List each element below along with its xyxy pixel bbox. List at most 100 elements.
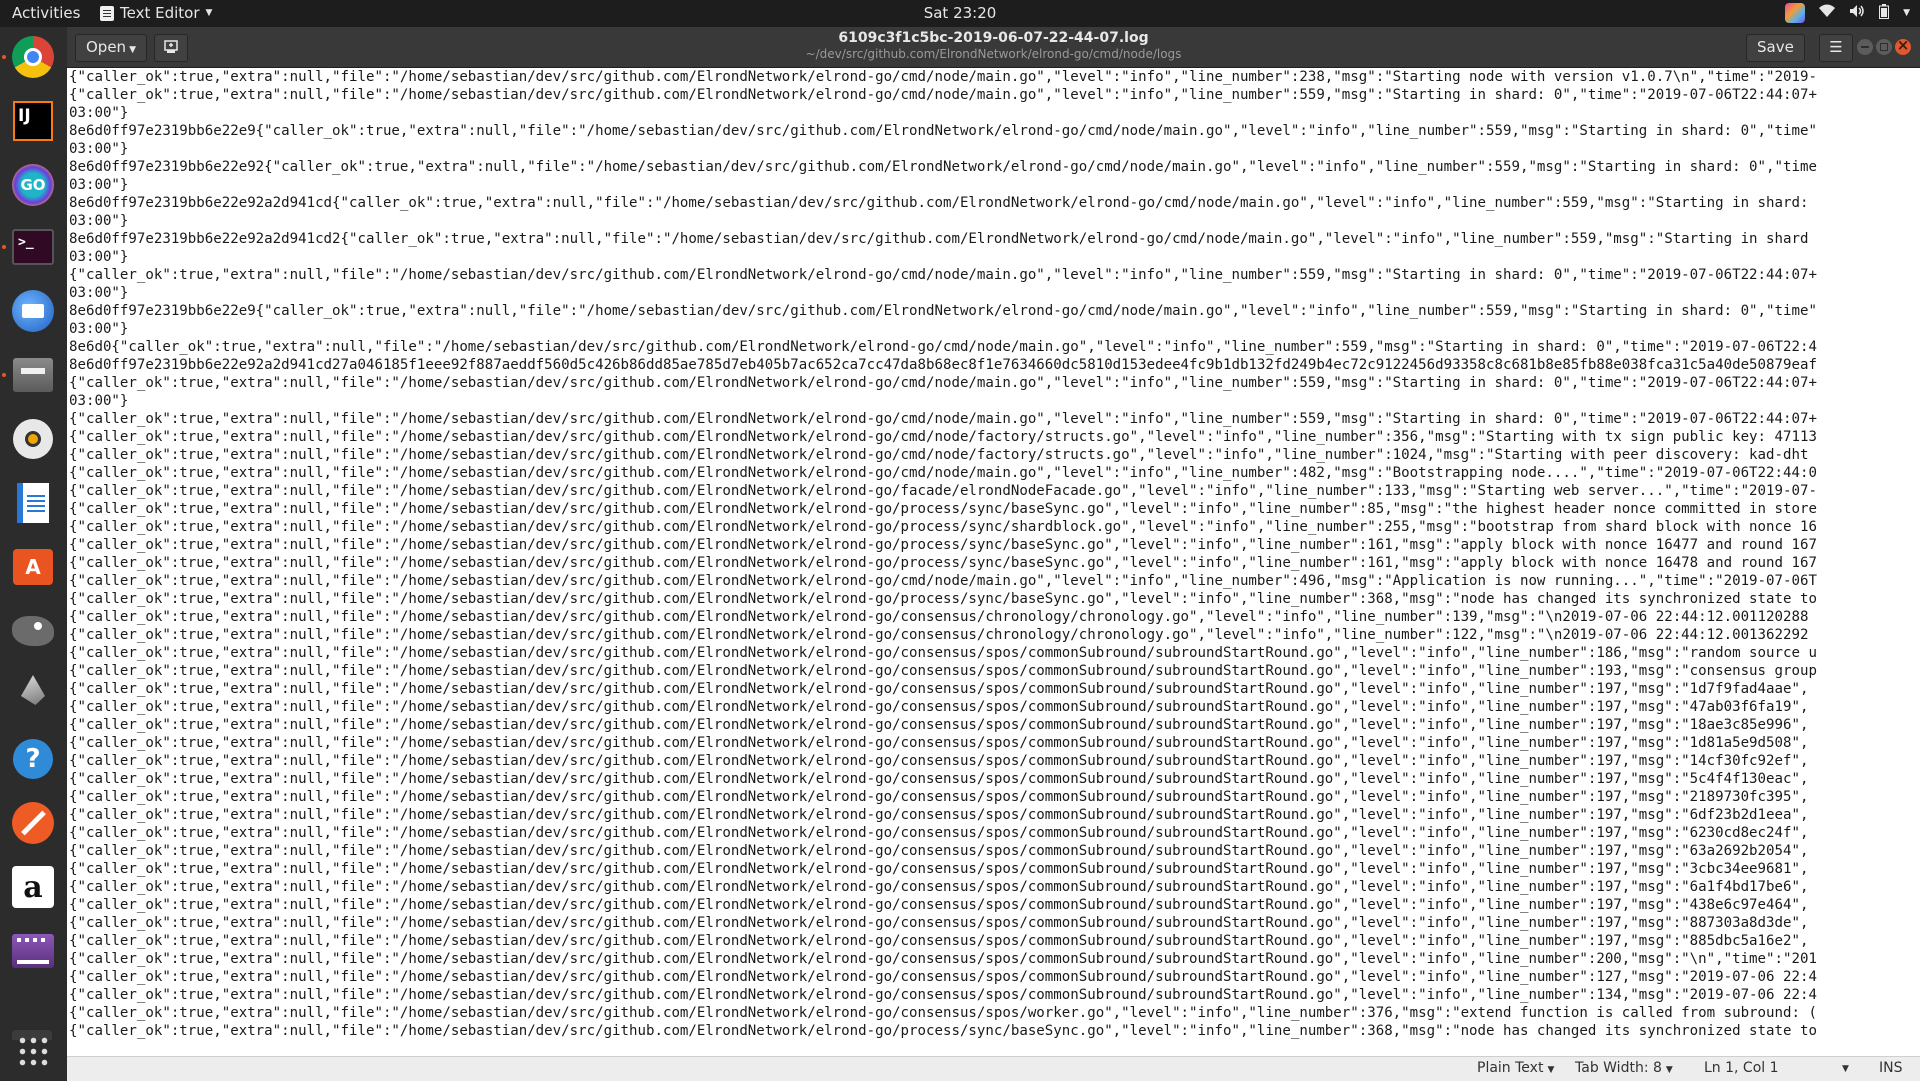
tab-width-selector[interactable]: Tab Width: 8 ▼ — [1575, 1060, 1673, 1076]
text-line[interactable]: 03:00"} — [69, 104, 1817, 122]
running-indicator — [2, 245, 6, 249]
dock-goland-icon[interactable]: GO — [9, 161, 57, 209]
dock-inkscape-icon[interactable] — [9, 669, 57, 717]
dock-terminal-icon[interactable]: >_ — [2, 223, 57, 271]
text-line[interactable]: 8e6d0ff97e2319bb6e22e9{"caller_ok":true,… — [69, 122, 1817, 140]
dock-chrome-icon[interactable] — [2, 33, 57, 81]
text-line[interactable]: {"caller_ok":true,"extra":null,"file":"/… — [69, 410, 1817, 428]
minimize-button[interactable] — [1857, 39, 1873, 55]
text-line[interactable]: 03:00"} — [69, 284, 1817, 302]
dock-intellij-icon[interactable]: IJ — [9, 97, 57, 145]
hamburger-menu-icon[interactable]: ☰ — [1819, 34, 1853, 62]
text-line[interactable]: {"caller_ok":true,"extra":null,"file":"/… — [69, 266, 1817, 284]
text-line[interactable]: {"caller_ok":true,"extra":null,"file":"/… — [69, 662, 1817, 680]
text-line[interactable]: 8e6d0ff97e2319bb6e22e92{"caller_ok":true… — [69, 158, 1817, 176]
maximize-button[interactable] — [1876, 39, 1892, 55]
running-indicator — [2, 373, 6, 377]
status-bar: Plain Text ▼ Tab Width: 8 ▼ Ln 1, Col 1 ▼ … — [67, 1056, 1920, 1081]
chevron-down-icon: ▼ — [1547, 1065, 1555, 1075]
text-line[interactable]: {"caller_ok":true,"extra":null,"file":"/… — [69, 716, 1817, 734]
text-lines: {"caller_ok":true,"extra":null,"file":"/… — [69, 68, 1817, 1040]
text-line[interactable]: {"caller_ok":true,"extra":null,"file":"/… — [69, 752, 1817, 770]
show-applications-icon[interactable] — [9, 1027, 57, 1075]
text-line[interactable]: {"caller_ok":true,"extra":null,"file":"/… — [69, 86, 1817, 104]
dock-postman-icon[interactable] — [9, 799, 57, 847]
text-line[interactable]: 8e6d0ff97e2319bb6e22e92a2d941cd2{"caller… — [69, 230, 1817, 248]
chevron-down-icon[interactable]: ▼ — [1842, 1064, 1849, 1074]
dock-help-icon[interactable]: ? — [9, 735, 57, 783]
text-line[interactable]: {"caller_ok":true,"extra":null,"file":"/… — [69, 680, 1817, 698]
text-line[interactable]: {"caller_ok":true,"extra":null,"file":"/… — [69, 932, 1817, 950]
wifi-icon[interactable] — [1819, 4, 1836, 22]
text-line[interactable]: {"caller_ok":true,"extra":null,"file":"/… — [69, 914, 1817, 932]
close-button[interactable] — [1895, 36, 1911, 55]
text-line[interactable]: {"caller_ok":true,"extra":null,"file":"/… — [69, 878, 1817, 896]
text-line[interactable]: {"caller_ok":true,"extra":null,"file":"/… — [69, 734, 1817, 752]
text-line[interactable]: 8e6d0ff97e2319bb6e22e92a2d941cd27a046185… — [69, 356, 1817, 374]
dock-gimp-icon[interactable] — [9, 607, 57, 655]
text-line[interactable]: {"caller_ok":true,"extra":null,"file":"/… — [69, 536, 1817, 554]
cursor-position[interactable]: Ln 1, Col 1 — [1704, 1060, 1779, 1076]
dock-writer-icon[interactable] — [9, 479, 57, 527]
text-line[interactable]: {"caller_ok":true,"extra":null,"file":"/… — [69, 68, 1817, 86]
text-line[interactable]: {"caller_ok":true,"extra":null,"file":"/… — [69, 590, 1817, 608]
new-document-button[interactable] — [154, 34, 188, 62]
dock-rhythmbox-icon[interactable] — [9, 415, 57, 463]
text-line[interactable]: 8e6d0ff97e2319bb6e22e92a2d941cd{"caller_… — [69, 194, 1817, 212]
text-line[interactable]: {"caller_ok":true,"extra":null,"file":"/… — [69, 968, 1817, 986]
dock-videos-icon[interactable] — [9, 927, 57, 975]
text-line[interactable]: {"caller_ok":true,"extra":null,"file":"/… — [69, 464, 1817, 482]
dock-thunderbird-icon[interactable] — [9, 287, 57, 335]
text-line[interactable]: 8e6d0ff97e2319bb6e22e9{"caller_ok":true,… — [69, 302, 1817, 320]
system-tray[interactable]: ▼ — [1785, 3, 1910, 23]
text-line[interactable]: {"caller_ok":true,"extra":null,"file":"/… — [69, 608, 1817, 626]
text-editor-area[interactable]: {"caller_ok":true,"extra":null,"file":"/… — [67, 68, 1920, 1056]
text-line[interactable]: {"caller_ok":true,"extra":null,"file":"/… — [69, 428, 1817, 446]
volume-icon[interactable] — [1849, 4, 1865, 22]
text-line[interactable]: {"caller_ok":true,"extra":null,"file":"/… — [69, 626, 1817, 644]
clock[interactable]: Sat 23:20 — [0, 4, 1920, 22]
dock-amazon-icon[interactable]: a — [9, 863, 57, 911]
chevron-down-icon[interactable]: ▼ — [1903, 8, 1910, 18]
dock-files-icon[interactable] — [2, 351, 57, 399]
text-line[interactable]: {"caller_ok":true,"extra":null,"file":"/… — [69, 500, 1817, 518]
text-line[interactable]: {"caller_ok":true,"extra":null,"file":"/… — [69, 374, 1817, 392]
text-line[interactable]: {"caller_ok":true,"extra":null,"file":"/… — [69, 806, 1817, 824]
text-line[interactable]: {"caller_ok":true,"extra":null,"file":"/… — [69, 950, 1817, 968]
app-indicator-icon[interactable] — [1785, 3, 1806, 23]
text-line[interactable]: 03:00"} — [69, 320, 1817, 338]
document-title: 6109c3f1c5bc-2019-06-07-22-44-07.log — [838, 30, 1149, 46]
text-line[interactable]: {"caller_ok":true,"extra":null,"file":"/… — [69, 446, 1817, 464]
text-line[interactable]: {"caller_ok":true,"extra":null,"file":"/… — [69, 572, 1817, 590]
text-line[interactable]: 03:00"} — [69, 212, 1817, 230]
text-line[interactable]: {"caller_ok":true,"extra":null,"file":"/… — [69, 518, 1817, 536]
text-line[interactable]: 03:00"} — [69, 248, 1817, 266]
text-line[interactable]: {"caller_ok":true,"extra":null,"file":"/… — [69, 986, 1817, 1004]
dock-software-icon[interactable]: A — [9, 543, 57, 591]
text-line[interactable]: 03:00"} — [69, 176, 1817, 194]
insert-mode-indicator[interactable]: INS — [1879, 1060, 1903, 1076]
language-label: Plain Text — [1477, 1060, 1544, 1076]
top-bar: Activities Text Editor ▼ Sat 23:20 ▼ — [0, 0, 1920, 27]
text-line[interactable]: {"caller_ok":true,"extra":null,"file":"/… — [69, 842, 1817, 860]
text-line[interactable]: {"caller_ok":true,"extra":null,"file":"/… — [69, 1022, 1817, 1040]
battery-icon[interactable] — [1879, 3, 1890, 23]
open-button[interactable]: Open ▼ — [75, 34, 147, 62]
text-line[interactable]: {"caller_ok":true,"extra":null,"file":"/… — [69, 896, 1817, 914]
text-line[interactable]: {"caller_ok":true,"extra":null,"file":"/… — [69, 788, 1817, 806]
text-line[interactable]: {"caller_ok":true,"extra":null,"file":"/… — [69, 554, 1817, 572]
text-line[interactable]: {"caller_ok":true,"extra":null,"file":"/… — [69, 1004, 1817, 1022]
text-line[interactable]: {"caller_ok":true,"extra":null,"file":"/… — [69, 698, 1817, 716]
text-line[interactable]: 03:00"} — [69, 392, 1817, 410]
text-line[interactable]: 8e6d0{"caller_ok":true,"extra":null,"fil… — [69, 338, 1817, 356]
text-line[interactable]: {"caller_ok":true,"extra":null,"file":"/… — [69, 482, 1817, 500]
running-indicator — [2, 55, 6, 59]
text-line[interactable]: {"caller_ok":true,"extra":null,"file":"/… — [69, 644, 1817, 662]
window-title: 6109c3f1c5bc-2019-06-07-22-44-07.log ~/d… — [67, 30, 1920, 61]
text-line[interactable]: {"caller_ok":true,"extra":null,"file":"/… — [69, 860, 1817, 878]
save-button[interactable]: Save — [1746, 34, 1805, 62]
text-line[interactable]: {"caller_ok":true,"extra":null,"file":"/… — [69, 770, 1817, 788]
text-line[interactable]: {"caller_ok":true,"extra":null,"file":"/… — [69, 824, 1817, 842]
text-line[interactable]: 03:00"} — [69, 140, 1817, 158]
language-selector[interactable]: Plain Text ▼ — [1477, 1060, 1554, 1076]
